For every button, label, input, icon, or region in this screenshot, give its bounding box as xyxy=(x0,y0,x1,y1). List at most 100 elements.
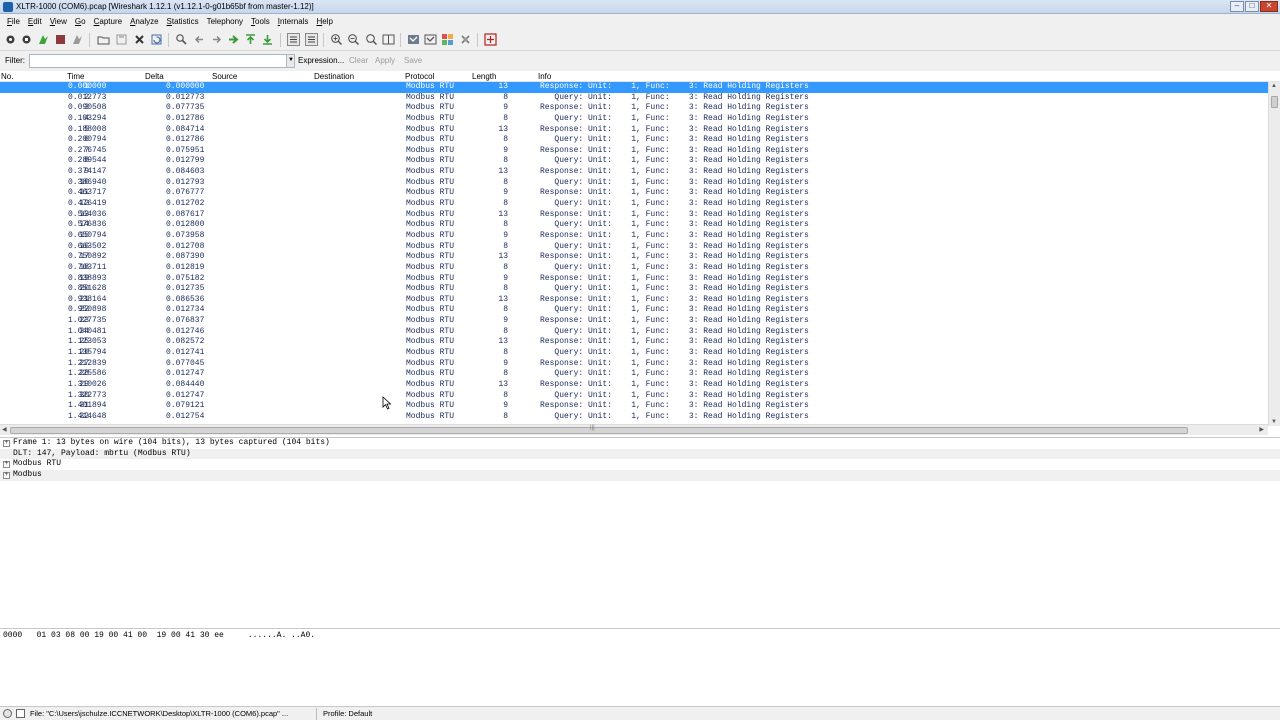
packet-row[interactable]: 30 1.322773 0.012747 Modbus RTU 8 Query: Uni… xyxy=(0,391,1268,402)
stop-capture-icon[interactable] xyxy=(54,33,67,46)
detail-tree-item[interactable]: + Modbus RTU xyxy=(0,459,1280,470)
go-forward-icon[interactable] xyxy=(210,33,223,46)
apply-button[interactable]: Apply xyxy=(375,56,395,65)
packet-row[interactable]: 20 0.851628 0.012735 Modbus RTU 8 Query: Uni… xyxy=(0,284,1268,295)
packet-row[interactable]: 28 1.225586 0.012747 Modbus RTU 8 Query: Uni… xyxy=(0,369,1268,380)
packet-row[interactable]: 12 0.476419 0.012702 Modbus RTU 8 Query: Uni… xyxy=(0,199,1268,210)
column-header-protocol[interactable]: Protocol xyxy=(405,72,434,81)
menu-go[interactable]: Go xyxy=(71,17,90,26)
packet-row[interactable]: 21 0.938164 0.086536 Modbus RTU 13 Response: … xyxy=(0,295,1268,306)
clear-button[interactable]: Clear xyxy=(349,56,368,65)
zoom-in-icon[interactable] xyxy=(330,33,343,46)
restart-capture-icon[interactable] xyxy=(71,33,84,46)
packet-row[interactable]: 13 0.564036 0.087617 Modbus RTU 13 Response: … xyxy=(0,210,1268,221)
packet-row[interactable]: 27 1.212839 0.077045 Modbus RTU 9 Response: U… xyxy=(0,359,1268,370)
save-file-icon[interactable] xyxy=(115,33,128,46)
detail-tree-item[interactable]: + Modbus xyxy=(0,470,1280,481)
autoscroll-icon[interactable] xyxy=(305,33,318,46)
expression-button[interactable]: Expression... xyxy=(298,56,344,65)
scrollbar-thumb[interactable] xyxy=(1271,96,1278,108)
packet-row[interactable]: 23 1.027735 0.076837 Modbus RTU 9 Response: U… xyxy=(0,316,1268,327)
minimize-button[interactable]: – xyxy=(1230,1,1244,12)
detail-tree-item[interactable]: + Frame 1: 13 bytes on wire (104 bits), 1… xyxy=(0,438,1280,449)
packet-row[interactable]: 32 1.414648 0.012754 Modbus RTU 8 Query: Uni… xyxy=(0,412,1268,423)
close-file-icon[interactable] xyxy=(133,33,146,46)
column-header-no[interactable]: No. xyxy=(1,72,13,81)
capture-options-icon[interactable] xyxy=(20,33,33,46)
packet-row[interactable]: 26 1.135794 0.012741 Modbus RTU 8 Query: Uni… xyxy=(0,348,1268,359)
expand-plus-icon[interactable]: + xyxy=(3,460,10,469)
packet-row[interactable]: 31 1.401894 0.079121 Modbus RTU 9 Response: U… xyxy=(0,401,1268,412)
packet-row[interactable]: 5 0.188008 0.084714 Modbus RTU 13 Response: U… xyxy=(0,125,1268,136)
status-profile[interactable]: Profile: Default xyxy=(323,709,372,718)
packet-row[interactable]: 6 0.200794 0.012786 Modbus RTU 8 Query: Unit… xyxy=(0,135,1268,146)
save-button[interactable]: Save xyxy=(404,56,422,65)
filter-input[interactable] xyxy=(29,54,287,68)
scroll-left-icon[interactable]: ◀ xyxy=(2,426,7,433)
detail-tree-item[interactable]: DLT: 147, Payload: mbrtu (Modbus RTU) xyxy=(0,448,1280,460)
interface-list-icon[interactable] xyxy=(4,33,17,46)
open-file-icon[interactable] xyxy=(97,33,110,46)
packet-row[interactable]: 11 0.463717 0.076777 Modbus RTU 9 Response: U… xyxy=(0,188,1268,199)
scroll-down-icon[interactable]: ▼ xyxy=(1271,419,1277,425)
column-header-time[interactable]: Time xyxy=(67,72,84,81)
menu-edit[interactable]: Edit xyxy=(24,17,46,26)
maximize-button[interactable]: □ xyxy=(1245,1,1259,12)
scroll-up-icon[interactable]: ▲ xyxy=(1271,83,1277,89)
packet-row[interactable]: 29 1.310026 0.084440 Modbus RTU 13 Response: … xyxy=(0,380,1268,391)
packet-row[interactable]: 19 0.838893 0.075182 Modbus RTU 9 Response: U… xyxy=(0,274,1268,285)
capture-comments-icon[interactable] xyxy=(16,709,25,718)
packet-row[interactable]: 10 0.386940 0.012793 Modbus RTU 8 Query: Uni… xyxy=(0,178,1268,189)
packet-row[interactable]: 4 0.103294 0.012786 Modbus RTU 8 Query: Unit… xyxy=(0,114,1268,125)
reload-icon[interactable] xyxy=(150,33,163,46)
colorize-icon[interactable] xyxy=(287,33,300,46)
scroll-right-icon[interactable]: ▶ xyxy=(1259,426,1264,433)
normal-size-icon[interactable] xyxy=(365,33,378,46)
help-icon[interactable] xyxy=(484,33,497,46)
menu-analyze[interactable]: Analyze xyxy=(126,17,162,26)
packet-list-vertical-scrollbar[interactable]: ▲ ▼ xyxy=(1268,82,1280,426)
expand-plus-icon[interactable]: + xyxy=(3,439,10,447)
start-capture-icon[interactable] xyxy=(37,33,50,46)
preferences-icon[interactable] xyxy=(459,33,472,46)
column-header-info[interactable]: Info xyxy=(538,72,551,81)
packet-row[interactable]: 18 0.763711 0.012819 Modbus RTU 8 Query: Uni… xyxy=(0,263,1268,274)
packet-row[interactable]: 3 0.090508 0.077735 Modbus RTU 9 Response: Un… xyxy=(0,103,1268,114)
packet-row[interactable]: 16 0.663502 0.012708 Modbus RTU 8 Query: Uni… xyxy=(0,242,1268,253)
packet-row[interactable]: 25 1.123053 0.082572 Modbus RTU 13 Response: … xyxy=(0,337,1268,348)
menu-help[interactable]: Help xyxy=(312,17,336,26)
coloring-rules-icon[interactable] xyxy=(441,33,454,46)
packet-row[interactable]: 24 1.040481 0.012746 Modbus RTU 8 Query: Uni… xyxy=(0,327,1268,338)
zoom-out-icon[interactable] xyxy=(347,33,360,46)
expert-info-icon[interactable] xyxy=(3,709,12,718)
capture-filters-icon[interactable] xyxy=(407,33,420,46)
packet-list-horizontal-scrollbar[interactable]: ◀ ||| ▶ xyxy=(0,424,1268,435)
menu-internals[interactable]: Internals xyxy=(274,17,313,26)
packet-row[interactable]: 14 0.576836 0.012800 Modbus RTU 8 Query: Uni… xyxy=(0,220,1268,231)
filter-dropdown-button[interactable]: ▼ xyxy=(286,54,295,68)
scrollbar-thumb[interactable] xyxy=(10,427,1188,434)
expand-plus-icon[interactable]: + xyxy=(3,471,10,480)
display-filters-icon[interactable] xyxy=(424,33,437,46)
menu-statistics[interactable]: Statistics xyxy=(163,17,203,26)
menu-tools[interactable]: Tools xyxy=(247,17,274,26)
go-back-icon[interactable] xyxy=(193,33,206,46)
resize-columns-icon[interactable] xyxy=(382,33,395,46)
packet-row[interactable]: 9 0.374147 0.084603 Modbus RTU 13 Response: U… xyxy=(0,167,1268,178)
menu-telephony[interactable]: Telephony xyxy=(203,17,247,26)
find-packet-icon[interactable] xyxy=(175,33,188,46)
packet-row[interactable]: 1 0.000000 0.000000 Modbus RTU 13 Response: U… xyxy=(0,82,1268,93)
close-button[interactable]: ✕ xyxy=(1260,1,1278,12)
column-header-destination[interactable]: Destination xyxy=(314,72,354,81)
go-to-packet-icon[interactable] xyxy=(227,33,240,46)
go-first-icon[interactable] xyxy=(244,33,257,46)
packet-row[interactable]: 15 0.650794 0.073958 Modbus RTU 9 Response: U… xyxy=(0,231,1268,242)
menu-capture[interactable]: Capture xyxy=(90,17,126,26)
go-last-icon[interactable] xyxy=(261,33,274,46)
menu-view[interactable]: View xyxy=(46,17,71,26)
column-header-length[interactable]: Length xyxy=(472,72,496,81)
packet-row[interactable]: 17 0.750892 0.087390 Modbus RTU 13 Response: … xyxy=(0,252,1268,263)
column-header-delta[interactable]: Delta xyxy=(145,72,164,81)
column-header-source[interactable]: Source xyxy=(212,72,237,81)
hex-line[interactable]: 0000 01 03 08 00 19 00 41 00 19 00 41 30… xyxy=(3,631,315,640)
